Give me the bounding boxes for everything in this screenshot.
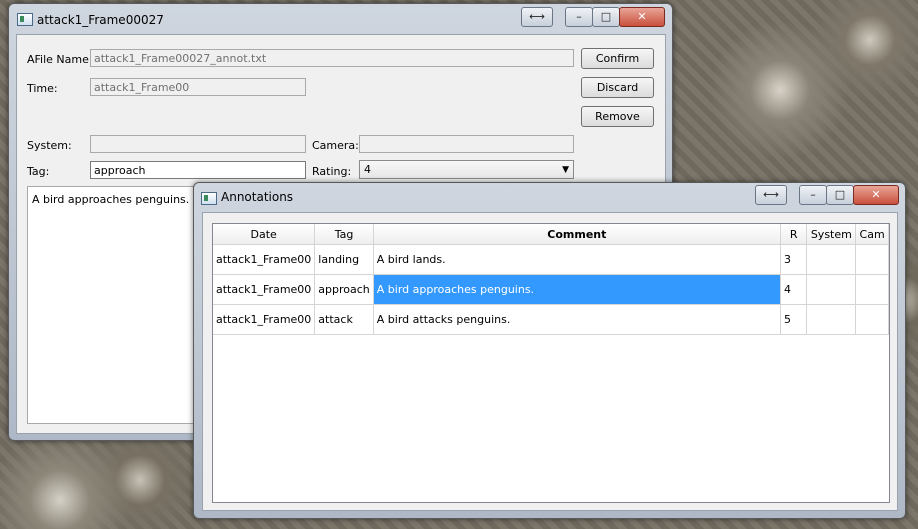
cell-date[interactable]: attack1_Frame00: [213, 274, 316, 305]
cell-system[interactable]: [806, 274, 857, 305]
app-icon: [17, 13, 33, 26]
afile-field[interactable]: attack1_Frame00027_annot.txt: [90, 49, 574, 67]
annotations-titlebar[interactable]: Annotations ⟷ – □ ✕: [194, 183, 905, 211]
cell-tag[interactable]: attack: [314, 304, 374, 335]
table-row[interactable]: attack1_Frame00 attack A bird attacks pe…: [213, 304, 889, 335]
cell-comment[interactable]: A bird lands.: [373, 244, 781, 275]
cell-system[interactable]: [806, 244, 857, 275]
discard-button[interactable]: Discard: [581, 77, 654, 98]
rating-select[interactable]: 4 ▼: [359, 160, 574, 179]
cell-cam[interactable]: [855, 244, 889, 275]
minimize-button[interactable]: –: [565, 7, 593, 27]
annotations-table-container[interactable]: Date Tag Comment R System Cam attack1_Fr…: [212, 223, 890, 503]
system-label: System:: [27, 139, 72, 152]
close-button[interactable]: ✕: [853, 185, 899, 205]
cell-cam[interactable]: [855, 274, 889, 305]
confirm-button[interactable]: Confirm: [581, 48, 654, 69]
column-header-date[interactable]: Date: [213, 224, 316, 245]
column-header-cam[interactable]: Cam: [855, 224, 889, 245]
column-header-tag[interactable]: Tag: [314, 224, 374, 245]
app-icon: [201, 192, 217, 205]
cell-date[interactable]: attack1_Frame00: [213, 304, 316, 335]
column-header-r[interactable]: R: [780, 224, 808, 245]
camera-label: Camera:: [312, 139, 359, 152]
chevron-down-icon: ▼: [562, 165, 569, 175]
time-field[interactable]: attack1_Frame00: [90, 78, 306, 96]
maximize-button[interactable]: □: [826, 185, 854, 205]
main-titlebar[interactable]: attack1_Frame00027 ⟷ – □ ✕: [9, 4, 672, 32]
cell-tag[interactable]: landing: [314, 244, 374, 275]
annotations-window: Annotations ⟷ – □ ✕ Date Tag Comment R S…: [193, 182, 906, 519]
cell-r[interactable]: 4: [780, 274, 808, 305]
remove-button[interactable]: Remove: [581, 106, 654, 127]
cell-tag[interactable]: approach: [314, 274, 374, 305]
tag-input[interactable]: approach: [90, 161, 306, 179]
main-window-title: attack1_Frame00027: [37, 13, 164, 27]
afile-label: AFile Name:: [27, 53, 93, 66]
resize-icon[interactable]: ⟷: [521, 7, 553, 27]
system-field[interactable]: [90, 135, 306, 153]
cell-r[interactable]: 5: [780, 304, 808, 335]
minimize-button[interactable]: –: [799, 185, 827, 205]
cell-date[interactable]: attack1_Frame00: [213, 244, 316, 275]
cell-comment-selected[interactable]: A bird approaches penguins.: [373, 274, 781, 305]
annotations-window-title: Annotations: [221, 190, 294, 204]
column-header-comment[interactable]: Comment: [373, 224, 781, 245]
rating-label: Rating:: [312, 165, 352, 178]
maximize-button[interactable]: □: [592, 7, 620, 27]
time-label: Time:: [27, 82, 58, 95]
column-header-system[interactable]: System: [806, 224, 857, 245]
resize-icon[interactable]: ⟷: [755, 185, 787, 205]
table-row-selected[interactable]: attack1_Frame00 approach A bird approach…: [213, 274, 889, 305]
cell-cam[interactable]: [855, 304, 889, 335]
annotations-client-area: Date Tag Comment R System Cam attack1_Fr…: [202, 212, 898, 511]
tag-label: Tag:: [27, 165, 50, 178]
cell-system[interactable]: [806, 304, 857, 335]
table-header-row: Date Tag Comment R System Cam: [213, 224, 889, 245]
table-row[interactable]: attack1_Frame00 landing A bird lands. 3: [213, 244, 889, 275]
rating-select-value: 4: [364, 163, 371, 176]
cell-comment[interactable]: A bird attacks penguins.: [373, 304, 781, 335]
cell-r[interactable]: 3: [780, 244, 808, 275]
annotations-table: Date Tag Comment R System Cam attack1_Fr…: [213, 224, 889, 335]
close-button[interactable]: ✕: [619, 7, 665, 27]
camera-field[interactable]: [359, 135, 574, 153]
